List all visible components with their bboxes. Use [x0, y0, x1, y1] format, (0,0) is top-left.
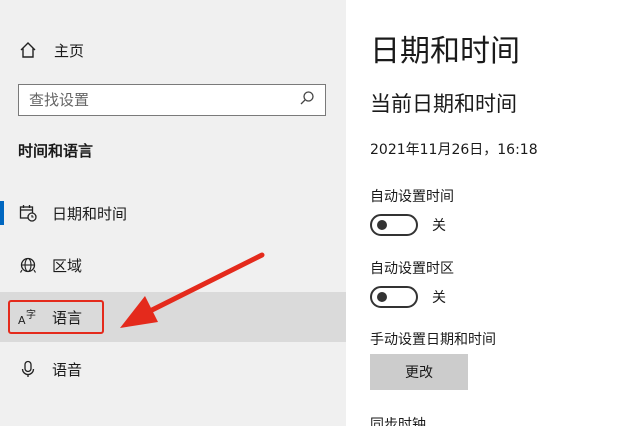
globe-icon — [18, 255, 38, 275]
sidebar-item-date-time[interactable]: 日期和时间 — [0, 188, 346, 238]
auto-time-label: 自动设置时间 — [370, 189, 454, 205]
page-title: 日期和时间 — [370, 34, 520, 69]
sidebar-item-label: 区域 — [52, 256, 83, 275]
toggle-knob — [377, 292, 387, 302]
auto-time-state: 关 — [432, 218, 446, 234]
sidebar-item-label: 语音 — [52, 360, 83, 379]
auto-time-toggle-row: 关 — [370, 214, 446, 236]
sidebar-item-label: 日期和时间 — [52, 204, 128, 223]
home-icon — [18, 40, 38, 60]
main-panel: 日期和时间 当前日期和时间 2021年11月26日，16:18 自动设置时间 关… — [346, 0, 640, 426]
current-datetime: 2021年11月26日，16:18 — [370, 142, 538, 158]
auto-timezone-toggle[interactable] — [370, 286, 418, 308]
search-icon[interactable] — [299, 90, 315, 110]
manual-datetime-label: 手动设置日期和时间 — [370, 332, 496, 348]
sidebar-item-speech[interactable]: 语音 — [0, 344, 346, 394]
auto-timezone-label: 自动设置时区 — [370, 261, 454, 277]
sync-clock-heading: 同步时钟 — [370, 417, 426, 426]
section-title: 时间和语言 — [18, 142, 94, 160]
home-label: 主页 — [54, 41, 85, 60]
home-link[interactable]: 主页 — [18, 38, 84, 62]
auto-time-toggle[interactable] — [370, 214, 418, 236]
section-heading: 当前日期和时间 — [370, 92, 517, 116]
calendar-clock-icon — [18, 203, 38, 223]
search-input[interactable] — [29, 91, 299, 109]
auto-timezone-state: 关 — [432, 290, 446, 306]
annotation-highlight-box — [8, 300, 104, 334]
toggle-knob — [377, 220, 387, 230]
search-box[interactable] — [18, 84, 326, 116]
sidebar: 主页 时间和语言 日期和时间 区域 A字 语言 语音 — [0, 0, 346, 426]
auto-timezone-toggle-row: 关 — [370, 286, 446, 308]
microphone-icon — [18, 359, 38, 379]
change-button[interactable]: 更改 — [370, 354, 468, 390]
sidebar-item-region[interactable]: 区域 — [0, 240, 346, 290]
